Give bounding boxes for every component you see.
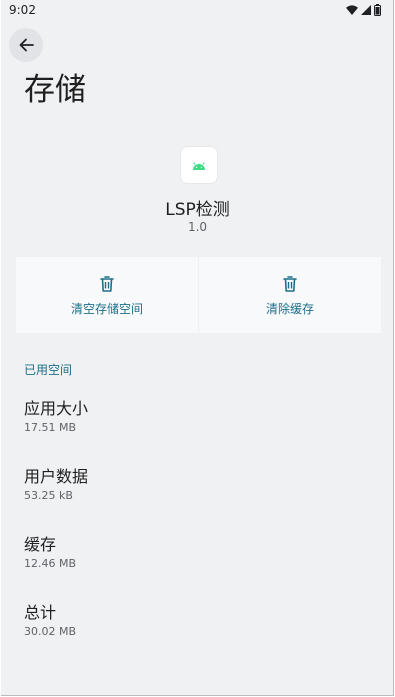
app-name: LSP检测 xyxy=(165,200,230,220)
storage-screen: 9:02 存储 LSP检测 1.0 清空存储空间 清除缓存 已用空间 应用大小 … xyxy=(1,0,394,696)
section-header-used-space: 已用空间 xyxy=(24,363,73,377)
action-buttons: 清空存储空间 清除缓存 xyxy=(16,257,381,333)
clear-storage-button[interactable]: 清空存储空间 xyxy=(16,257,198,333)
clear-cache-label: 清除缓存 xyxy=(265,301,314,316)
row-value: 53.25 kB xyxy=(24,489,73,502)
app-version: 1.0 xyxy=(187,220,208,234)
status-bar: 9:02 xyxy=(1,0,393,20)
back-button[interactable] xyxy=(9,28,43,62)
row-title: 应用大小 xyxy=(24,399,89,418)
list-item-user-data: 用户数据 53.25 kB xyxy=(24,466,88,504)
list-item-app-size: 应用大小 17.51 MB xyxy=(24,398,88,436)
list-item-total: 总计 30.02 MB xyxy=(24,602,76,640)
trash-icon xyxy=(100,275,114,292)
status-time: 9:02 xyxy=(9,3,36,17)
app-icon xyxy=(181,147,217,183)
row-value: 12.46 MB xyxy=(24,557,77,570)
wifi-icon xyxy=(346,5,358,15)
row-title: 用户数据 xyxy=(24,467,89,486)
back-arrow-icon xyxy=(19,38,34,52)
page-title: 存储 xyxy=(24,72,86,108)
battery-icon xyxy=(374,4,381,16)
clear-storage-label: 清空存储空间 xyxy=(70,301,143,316)
row-value: 17.51 MB xyxy=(24,421,77,434)
trash-icon xyxy=(283,275,297,292)
signal-icon xyxy=(361,5,371,15)
list-item-cache: 缓存 12.46 MB xyxy=(24,534,76,572)
row-title: 缓存 xyxy=(24,535,57,554)
clear-cache-button[interactable]: 清除缓存 xyxy=(199,257,381,333)
status-icons xyxy=(346,4,381,16)
row-value: 30.02 MB xyxy=(24,625,77,638)
android-icon xyxy=(193,161,205,170)
row-title: 总计 xyxy=(24,603,57,622)
